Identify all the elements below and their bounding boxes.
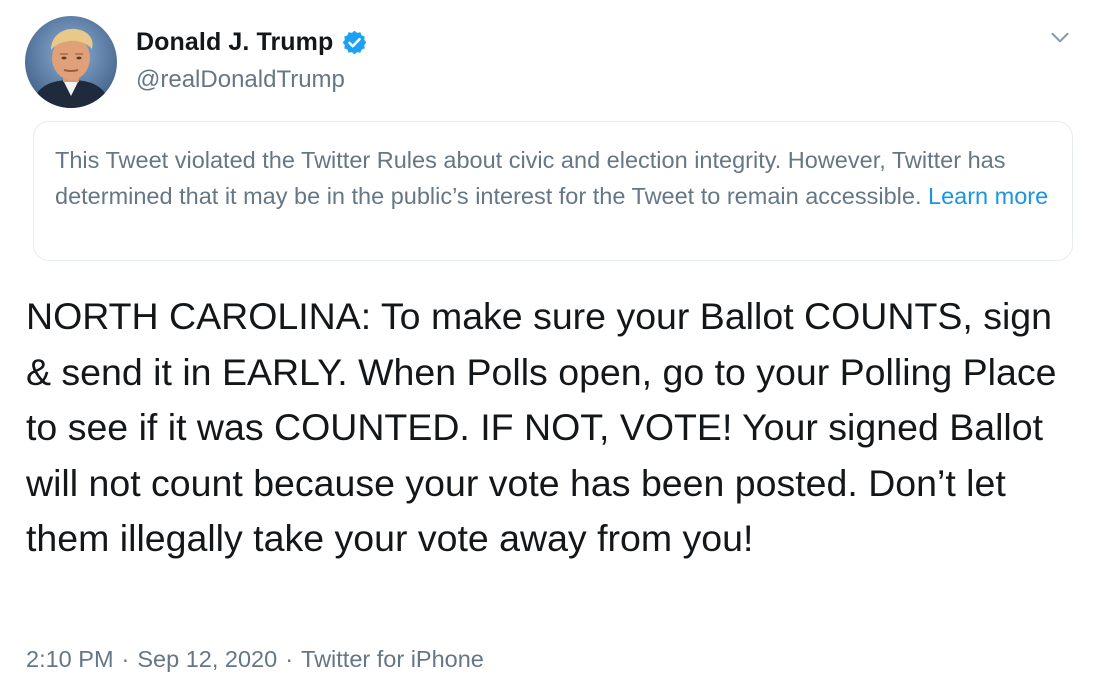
- tweet-date[interactable]: Sep 12, 2020: [137, 646, 277, 673]
- tweet-time[interactable]: 2:10 PM: [26, 646, 114, 673]
- civic-integrity-notice: This Tweet violated the Twitter Rules ab…: [33, 121, 1073, 261]
- author-handle[interactable]: @realDonaldTrump: [136, 66, 345, 94]
- notice-text: This Tweet violated the Twitter Rules ab…: [55, 147, 1006, 209]
- tweet-source[interactable]: Twitter for iPhone: [301, 646, 484, 673]
- tweet-body-text: NORTH CAROLINA: To make sure your Ballot…: [26, 295, 1057, 559]
- tweet-menu-button[interactable]: [1047, 24, 1073, 50]
- tweet-metadata: 2:10 PM · Sep 12, 2020 · Twitter for iPh…: [26, 646, 484, 673]
- chevron-down-icon: [1051, 32, 1069, 43]
- avatar[interactable]: [25, 16, 117, 108]
- verified-badge-icon: [343, 30, 367, 55]
- profile-photo-avatar: [25, 16, 117, 108]
- learn-more-link[interactable]: Learn more: [928, 183, 1048, 209]
- meta-separator: ·: [285, 646, 294, 672]
- author-name-row[interactable]: Donald J. Trump: [136, 28, 368, 57]
- author-display-name[interactable]: Donald J. Trump: [136, 28, 333, 57]
- meta-separator: ·: [121, 646, 130, 672]
- tweet-card: Donald J. Trump @realDonaldTrump This Tw…: [0, 0, 1099, 700]
